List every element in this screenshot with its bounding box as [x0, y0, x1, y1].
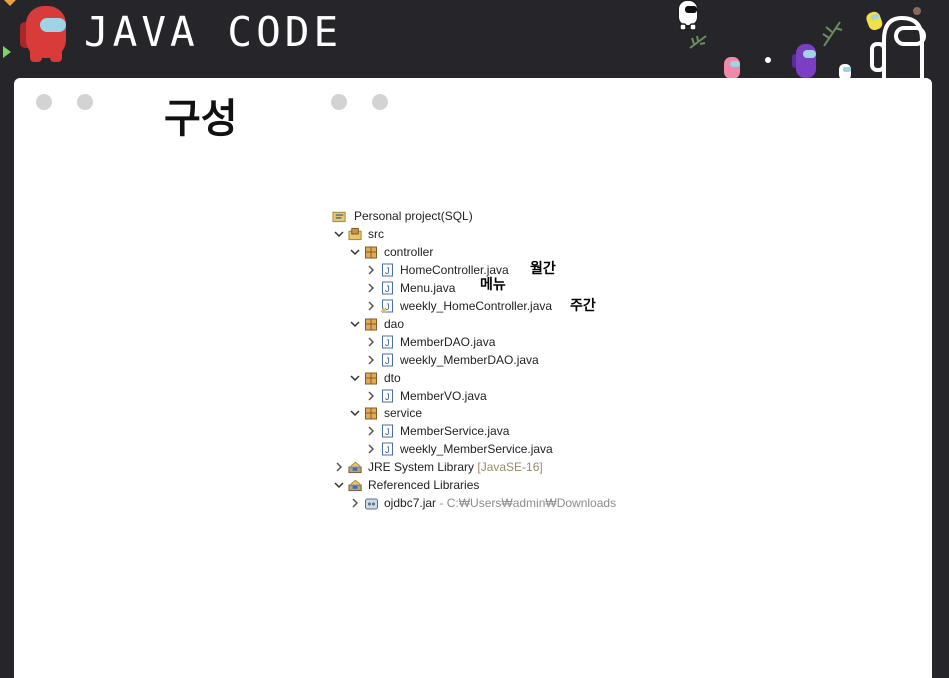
package-icon — [365, 246, 377, 259]
svg-text:J: J — [385, 445, 390, 455]
star-icon — [765, 57, 771, 63]
crewmate-purple-icon — [792, 44, 816, 78]
chevron-right-icon[interactable] — [334, 458, 344, 476]
project-icon — [332, 211, 346, 223]
package-icon — [365, 318, 377, 331]
source-folder-icon — [348, 227, 362, 241]
leaf-icon — [689, 35, 707, 49]
window-dot — [372, 94, 388, 110]
window-dot — [77, 94, 93, 110]
jre-label-group: JRE System Library [JavaSE-16] — [368, 458, 543, 476]
java-file-warning-icon: J — [380, 299, 393, 313]
chevron-down-icon[interactable] — [334, 476, 344, 494]
file-label: weekly_MemberService.java — [400, 442, 553, 456]
crewmate-red-icon — [20, 6, 66, 62]
file-label: weekly_MemberDAO.java — [400, 353, 539, 367]
svg-text:J: J — [385, 392, 390, 402]
package-icon — [365, 407, 377, 420]
ref-libs-label: Referenced Libraries — [368, 478, 480, 492]
crewmate-white-icon — [677, 0, 699, 31]
chevron-right-icon[interactable] — [366, 422, 376, 440]
java-file-icon: J — [382, 335, 393, 349]
chevron-down-icon[interactable] — [334, 225, 344, 243]
header-bar: JAVA CODE — [0, 0, 949, 80]
jar-path: - C:₩Users₩admin₩Downloads — [439, 496, 617, 510]
file-label: weekly_HomeController.java — [400, 299, 553, 313]
content-card: 구성 Personal project(SQL) src controller … — [14, 78, 932, 678]
chevron-right-icon[interactable] — [366, 261, 376, 279]
file-label: Menu.java — [400, 281, 456, 295]
annotation-monthly: 월간 — [530, 261, 556, 277]
chevron-right-icon[interactable] — [366, 279, 376, 297]
library-icon — [348, 479, 362, 492]
file-label: MemberService.java — [400, 424, 510, 438]
annotation-menu: 메뉴 — [480, 277, 506, 293]
svg-text:J: J — [385, 266, 390, 276]
src-label: src — [368, 227, 384, 241]
chevron-right-icon[interactable] — [366, 387, 376, 405]
library-icon — [348, 461, 362, 474]
chevron-right-icon[interactable] — [366, 351, 376, 369]
section-heading: 구성 — [164, 96, 238, 142]
package-label: dto — [384, 371, 401, 385]
chevron-right-icon[interactable] — [350, 494, 360, 512]
chevron-right-icon[interactable] — [366, 297, 376, 315]
package-label: dao — [384, 317, 405, 331]
window-dot — [36, 94, 52, 110]
java-file-icon: J — [382, 353, 393, 367]
package-label: controller — [384, 245, 434, 259]
sparkle-icon — [3, 46, 11, 58]
jar-name: ojdbc7.jar — [384, 496, 437, 510]
sparkle-icon — [4, 0, 16, 6]
svg-text:J: J — [385, 427, 390, 437]
jar-label-group: ojdbc7.jar - C:₩Users₩admin₩Downloads — [384, 494, 616, 512]
jar-icon — [365, 498, 378, 510]
chevron-down-icon[interactable] — [350, 404, 360, 422]
crewmate-white-icon — [870, 15, 926, 80]
file-label: MemberDAO.java — [400, 335, 496, 349]
chevron-down-icon[interactable] — [350, 243, 360, 261]
crewmate-pink-icon — [724, 57, 740, 79]
java-file-icon: J — [382, 442, 393, 456]
java-file-icon: J — [382, 389, 393, 403]
java-file-icon: J — [382, 281, 393, 295]
annotation-weekly: 주간 — [570, 298, 596, 314]
chevron-right-icon[interactable] — [366, 440, 376, 458]
project-label: Personal project(SQL) — [354, 209, 473, 223]
svg-text:J: J — [385, 284, 390, 294]
chevron-down-icon[interactable] — [350, 315, 360, 333]
svg-text:J: J — [385, 356, 390, 366]
leaf-icon — [822, 21, 843, 47]
jre-label: JRE System Library — [368, 460, 475, 474]
chevron-right-icon[interactable] — [366, 333, 376, 351]
page-title: JAVA CODE — [84, 8, 343, 56]
package-label: service — [384, 406, 423, 420]
file-label: MemberVO.java — [400, 389, 487, 403]
package-icon — [365, 372, 377, 385]
tool-icon — [913, 7, 921, 15]
java-file-icon: J — [382, 263, 393, 277]
chevron-down-icon[interactable] — [350, 369, 360, 387]
jre-version: [JavaSE-16] — [477, 460, 543, 474]
svg-text:J: J — [385, 302, 390, 312]
svg-text:J: J — [385, 338, 390, 348]
window-dot — [331, 94, 347, 110]
java-file-icon: J — [382, 424, 393, 438]
